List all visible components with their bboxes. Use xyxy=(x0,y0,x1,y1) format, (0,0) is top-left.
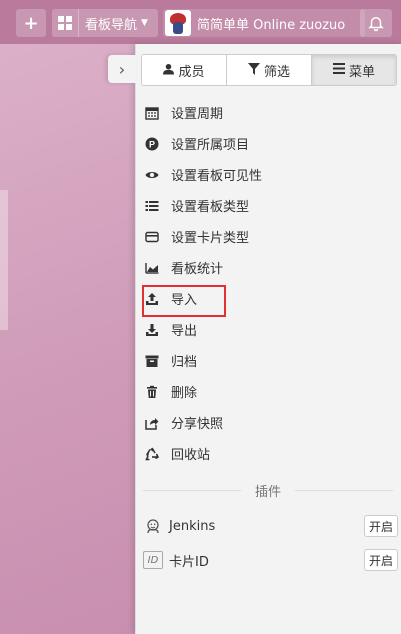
bars-icon xyxy=(332,63,345,77)
sidebar-tabs: 成员 筛选 菜单 xyxy=(141,54,397,86)
board-list-edge xyxy=(0,190,8,330)
menu-item-board-stats[interactable]: 看板统计 xyxy=(143,252,393,283)
grid-icon xyxy=(58,16,72,30)
menu-item-label: 设置卡片类型 xyxy=(171,231,250,246)
id-icon: ID xyxy=(143,550,163,570)
area-chart-icon xyxy=(143,260,161,276)
menu-item-label: 删除 xyxy=(171,386,198,401)
menu-item-archive[interactable]: 归档 xyxy=(143,345,393,376)
eye-icon xyxy=(143,167,161,183)
menu-item-label: 设置看板类型 xyxy=(171,200,250,215)
menu-item-set-board-type[interactable]: 设置看板类型 xyxy=(143,190,393,221)
tab-menu-label: 菜单 xyxy=(348,64,375,80)
menu-item-label: 分享快照 xyxy=(171,417,224,432)
menu-item-label: 导出 xyxy=(171,324,198,339)
trash-icon xyxy=(143,384,161,400)
menu-item-label: 设置所属项目 xyxy=(171,138,250,153)
plugin-row-card-id: ID 卡片ID 开启 xyxy=(143,548,398,572)
menu-item-label: 设置看板可见性 xyxy=(171,169,263,184)
menu-item-label: 看板统计 xyxy=(171,262,224,277)
menu-item-label: 设置周期 xyxy=(171,107,224,122)
menu-item-set-project[interactable]: P 设置所属项目 xyxy=(143,128,393,159)
board-nav-label: 看板导航 xyxy=(85,17,138,33)
board-menu: 设置周期 P 设置所属项目 设置看板可见性 设置看板类型 设置卡片类型 看板统计 xyxy=(143,97,393,469)
caret-down-icon: ▼ xyxy=(141,18,148,28)
project-icon: P xyxy=(143,136,161,152)
notifications-button[interactable] xyxy=(360,9,392,37)
menu-item-label: 导入 xyxy=(171,293,198,308)
bell-icon xyxy=(368,17,384,32)
user-icon xyxy=(163,63,175,78)
tab-menu[interactable]: 菜单 xyxy=(312,55,396,85)
recycle-icon xyxy=(143,446,161,462)
menu-item-label: 回收站 xyxy=(171,448,211,463)
menu-item-label: 归档 xyxy=(171,355,198,370)
tab-members[interactable]: 成员 xyxy=(142,55,227,85)
menu-item-set-card-type[interactable]: 设置卡片类型 xyxy=(143,221,393,252)
menu-item-recycle-bin[interactable]: 回收站 xyxy=(143,438,393,469)
board-nav-dropdown[interactable]: 看板导航 ▼ xyxy=(52,9,158,37)
menu-item-export[interactable]: 导出 xyxy=(143,314,393,345)
collapse-sidebar-button[interactable]: › xyxy=(108,55,136,83)
plugin-row-jenkins: Jenkins 开启 xyxy=(143,514,398,538)
share-icon xyxy=(143,415,161,431)
list-icon xyxy=(143,198,161,214)
menu-item-set-visibility[interactable]: 设置看板可见性 xyxy=(143,159,393,190)
download-icon xyxy=(143,322,161,338)
tab-members-label: 成员 xyxy=(178,64,205,80)
menu-item-set-period[interactable]: 设置周期 xyxy=(143,97,393,128)
menu-item-share-snapshot[interactable]: 分享快照 xyxy=(143,407,393,438)
plus-icon: + xyxy=(23,12,39,34)
enable-jenkins-button[interactable]: 开启 xyxy=(364,515,398,537)
menu-item-import[interactable]: 导入 xyxy=(143,283,393,314)
avatar xyxy=(165,10,191,36)
board-title: 简简单单 Online zuozuo xyxy=(197,17,346,33)
archive-icon xyxy=(143,353,161,369)
board-title-button[interactable]: 简简单单 Online zuozuo xyxy=(163,9,365,37)
svg-text:P: P xyxy=(149,139,155,149)
calendar-icon xyxy=(143,105,161,121)
top-bar: + 看板导航 ▼ 简简单单 Online zuozuo xyxy=(0,0,401,44)
jenkins-icon xyxy=(143,516,163,536)
menu-item-delete[interactable]: 删除 xyxy=(143,376,393,407)
upload-icon xyxy=(143,291,161,307)
plugin-name: Jenkins xyxy=(169,518,216,534)
divider xyxy=(78,9,79,37)
tab-filter-label: 筛选 xyxy=(263,64,290,80)
plugins-divider: 插件 xyxy=(143,480,394,500)
board-background xyxy=(0,40,135,634)
plugin-name: 卡片ID xyxy=(169,554,209,570)
chevron-right-icon: › xyxy=(118,59,126,79)
card-icon xyxy=(143,229,161,245)
add-button[interactable]: + xyxy=(16,9,46,37)
enable-card-id-button[interactable]: 开启 xyxy=(364,549,398,571)
tab-filter[interactable]: 筛选 xyxy=(227,55,312,85)
plugins-heading: 插件 xyxy=(255,484,282,500)
filter-icon xyxy=(247,62,260,78)
